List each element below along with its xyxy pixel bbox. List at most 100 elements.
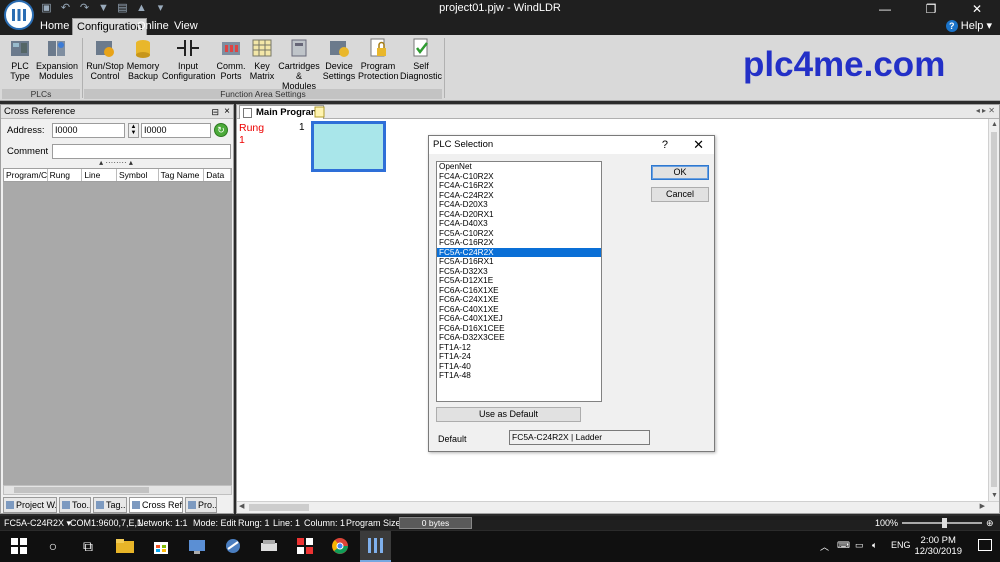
- task-view-icon[interactable]: ⧉: [79, 537, 97, 555]
- plc-list-item[interactable]: FC4A-C16R2X: [437, 181, 601, 191]
- notifications-icon[interactable]: [978, 539, 992, 551]
- ok-button[interactable]: OK: [651, 165, 709, 180]
- status-plc-type[interactable]: FC5A-C24R2X ▾: [4, 516, 71, 530]
- tab-cross-reference[interactable]: Cross Ref..: [129, 497, 183, 513]
- close-button[interactable]: ✕: [954, 0, 1000, 18]
- plc-list-item[interactable]: FC5A-C16R2X: [437, 238, 601, 248]
- address-to-input[interactable]: I0000: [141, 123, 211, 138]
- vertical-scrollbar[interactable]: ▲ ▼: [988, 119, 999, 501]
- app-icon[interactable]: [224, 537, 242, 555]
- windldr-app-icon[interactable]: [4, 0, 34, 30]
- column-header[interactable]: Tag Name: [159, 169, 205, 181]
- tab-program[interactable]: Pro..: [185, 497, 217, 513]
- show-hidden-icons[interactable]: ︿: [820, 540, 829, 553]
- network-icon[interactable]: ▭: [855, 540, 864, 551]
- plc-list-item[interactable]: FC6A-C24X1XE: [437, 295, 601, 305]
- run-stop-control-button[interactable]: Run/Stop Control: [86, 37, 124, 81]
- windldr-taskbar-button[interactable]: [360, 531, 391, 562]
- plc-list-item[interactable]: FT1A-40: [437, 362, 601, 372]
- pin-icon[interactable]: ⊟: [211, 105, 219, 119]
- help-icon[interactable]: ?: [662, 136, 668, 154]
- app-icon[interactable]: [188, 537, 206, 555]
- tab-main-program[interactable]: Main Program: [239, 105, 325, 119]
- zoom-slider-thumb[interactable]: [942, 518, 947, 528]
- plc-list-item[interactable]: FC6A-C40X1XE: [437, 305, 601, 315]
- tab-home[interactable]: Home: [36, 18, 73, 35]
- help-menu[interactable]: ? Help ▾: [945, 19, 992, 32]
- plc-list-item[interactable]: OpenNet: [437, 162, 601, 172]
- file-explorer-icon[interactable]: [116, 537, 134, 555]
- plc-list-item[interactable]: FC6A-C16X1XE: [437, 286, 601, 296]
- column-header[interactable]: Line: [82, 169, 118, 181]
- plc-list-item[interactable]: FC4A-C10R2X: [437, 172, 601, 182]
- address-spinner[interactable]: ▲ ▼: [128, 123, 139, 138]
- zoom-in-icon[interactable]: ⊕: [986, 516, 994, 530]
- app-icon[interactable]: [260, 537, 278, 555]
- scrollbar-thumb[interactable]: [249, 504, 309, 511]
- expansion-modules-button[interactable]: Expansion Modules: [36, 37, 78, 81]
- plc-list-item[interactable]: FC6A-D32X3CEE: [437, 333, 601, 343]
- input-configuration-button[interactable]: Input Configuration: [162, 37, 216, 81]
- cancel-button[interactable]: Cancel: [651, 187, 709, 202]
- new-program-tab-icon[interactable]: [313, 105, 327, 119]
- scrollbar-thumb[interactable]: [991, 132, 997, 487]
- close-pane-icon[interactable]: ×: [224, 105, 230, 119]
- tab-view[interactable]: View: [170, 18, 202, 35]
- scroll-up-icon[interactable]: ▲: [989, 119, 1000, 130]
- language-indicator[interactable]: ENG: [891, 540, 911, 550]
- memory-backup-button[interactable]: Memory Backup: [126, 37, 160, 81]
- plc-list-item[interactable]: FC4A-D40X3: [437, 219, 601, 229]
- key-matrix-button[interactable]: Key Matrix: [248, 37, 276, 81]
- tab-project-window[interactable]: Project W..: [3, 497, 57, 513]
- plc-list-item[interactable]: FC4A-D20X3: [437, 200, 601, 210]
- plc-list-item[interactable]: FC5A-C24R2X: [437, 247, 601, 257]
- horizontal-scrollbar[interactable]: [3, 485, 232, 495]
- tab-online[interactable]: Online: [133, 18, 173, 35]
- scroll-right-icon[interactable]: ▶: [980, 502, 985, 510]
- plc-list-item[interactable]: FC4A-C24R2X: [437, 191, 601, 201]
- app-icon[interactable]: [296, 537, 314, 555]
- chrome-icon[interactable]: [331, 537, 349, 555]
- scroll-down-icon[interactable]: ▼: [989, 490, 1000, 501]
- plc-type-list[interactable]: OpenNet FC4A-C10R2X FC4A-C16R2X FC4A-C24R2X…: [436, 161, 602, 402]
- plc-list-item[interactable]: FC6A-D16X1CEE: [437, 324, 601, 334]
- splitter-grip[interactable]: ▴ ········ ▴: [93, 159, 139, 167]
- column-header[interactable]: Data: [204, 169, 231, 181]
- self-diagnostic-button[interactable]: Self Diagnostic: [400, 37, 442, 81]
- program-protection-button[interactable]: Program Protection: [358, 37, 399, 81]
- scroll-left-icon[interactable]: ◀: [239, 502, 244, 510]
- plc-type-button[interactable]: PLC Type: [6, 37, 34, 81]
- search-icon[interactable]: ○: [44, 537, 62, 555]
- clock[interactable]: 2:00 PM 12/30/2019: [914, 535, 962, 557]
- plc-list-item[interactable]: FT1A-12: [437, 343, 601, 353]
- tab-scroll-arrows[interactable]: ◂ ▸ ✕: [976, 106, 995, 115]
- plc-list-item[interactable]: FC5A-D12X1E: [437, 276, 601, 286]
- plc-list-item[interactable]: FT1A-24: [437, 352, 601, 362]
- plc-list-item[interactable]: FC5A-D32X3: [437, 267, 601, 277]
- windows-start-icon[interactable]: [10, 537, 28, 555]
- use-as-default-button[interactable]: Use as Default: [436, 407, 581, 422]
- scrollbar-thumb[interactable]: [14, 487, 149, 493]
- column-header[interactable]: Symbol: [117, 169, 159, 181]
- minimize-button[interactable]: —: [862, 0, 908, 18]
- zoom-slider[interactable]: [902, 518, 982, 528]
- refresh-icon[interactable]: ↻: [214, 123, 228, 137]
- plc-list-item[interactable]: FT1A-48: [437, 371, 601, 381]
- plc-list-item[interactable]: FC6A-C40X1XEJ: [437, 314, 601, 324]
- plc-list-item[interactable]: FC4A-D20RX1: [437, 210, 601, 220]
- cartridges-modules-button[interactable]: Cartridges & Modules: [278, 37, 320, 91]
- close-icon[interactable]: ✕: [693, 136, 704, 154]
- tab-tools[interactable]: Too..: [59, 497, 91, 513]
- input-method-icon[interactable]: ⌨: [837, 540, 850, 551]
- address-from-input[interactable]: I0000: [52, 123, 125, 138]
- plc-list-item[interactable]: FC5A-D16RX1: [437, 257, 601, 267]
- comment-input[interactable]: [52, 144, 231, 159]
- device-settings-button[interactable]: Device Settings: [322, 37, 356, 81]
- volume-icon[interactable]: 🔈︎: [872, 540, 877, 551]
- column-header[interactable]: Rung: [48, 169, 83, 181]
- column-header[interactable]: Program/C: [4, 169, 48, 181]
- comm-ports-button[interactable]: Comm. Ports: [216, 37, 246, 81]
- restore-button[interactable]: ❐: [908, 0, 954, 18]
- ladder-cell-cursor[interactable]: [311, 121, 386, 172]
- plc-list-item[interactable]: FC5A-C10R2X: [437, 229, 601, 239]
